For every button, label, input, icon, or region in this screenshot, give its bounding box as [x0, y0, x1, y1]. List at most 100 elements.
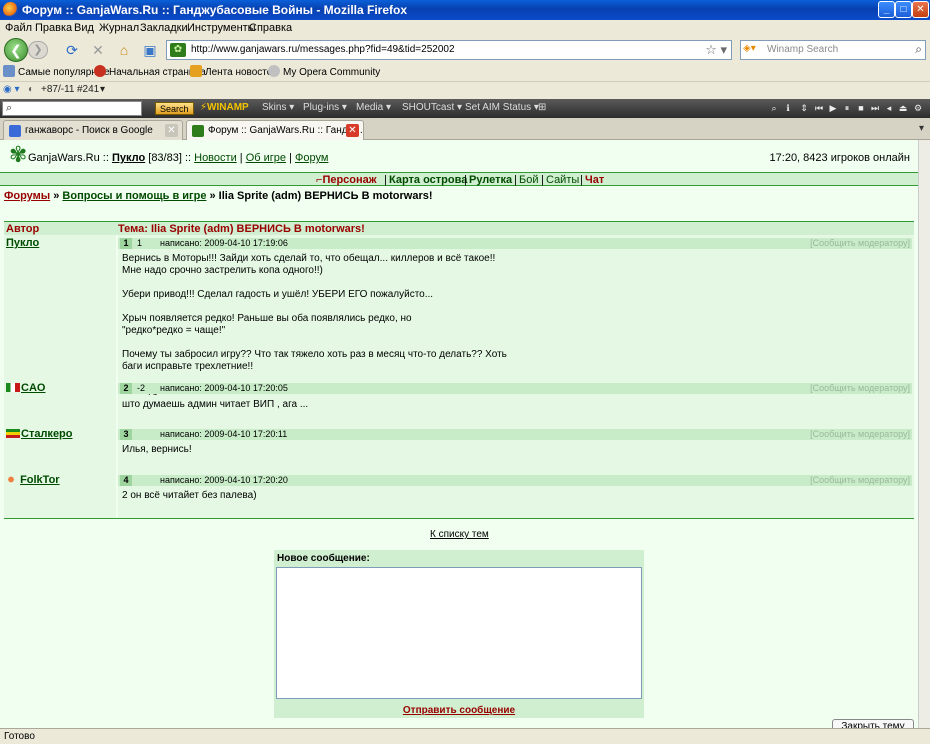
winamp-volume-icon[interactable]: ◂ [883, 101, 895, 115]
breadcrumb-forums[interactable]: Форумы [4, 190, 50, 202]
send-message-button[interactable]: Отправить сообщение [274, 705, 644, 716]
search-box[interactable]: ◈▾ Winamp Search ⌕ [740, 40, 926, 60]
tab-label: ганжаворс - Поиск в Google [25, 125, 153, 136]
menu-roulette[interactable]: Рулетка [469, 174, 512, 186]
post-text: 2 он всё читайет без палева) [122, 490, 257, 501]
navigation-toolbar: ❮ ❯ ⟳ ✕ ⌂ ▣ ✿ http://www.ganjawars.ru/me… [0, 37, 930, 63]
addon-counter: +87/-11 [41, 84, 75, 95]
menu-bookmarks[interactable]: Закладки [140, 22, 188, 34]
post-number[interactable]: 3 [120, 429, 132, 440]
post-author[interactable]: Пукло [6, 237, 39, 249]
tab-forum[interactable]: Форум :: GanjaWars.Ru :: Гандж... ✕ [186, 120, 364, 141]
menu-chat[interactable]: Чат [585, 174, 604, 186]
menu-island-map[interactable]: Карта острова [389, 174, 467, 186]
menu-view[interactable]: Вид [74, 22, 94, 34]
menu-sites[interactable]: Сайты [546, 174, 579, 186]
post-number[interactable]: 2 [120, 383, 132, 394]
firefox-icon [3, 2, 18, 17]
post-author[interactable]: CAO [6, 382, 45, 394]
winamp-stop-icon[interactable]: ■ [855, 101, 867, 115]
page-content: ✾ GanjaWars.Ru :: Пукло [83/83] :: Новос… [0, 140, 930, 728]
tab-bar: ганжаворс - Поиск в Google ✕ Форум :: Ga… [0, 118, 930, 141]
post-number[interactable]: 4 [120, 475, 132, 486]
winamp-updown-icon[interactable]: ⇕ [798, 101, 810, 115]
winamp-pause-icon[interactable]: ⏸ [841, 101, 853, 115]
addon-globe-icon[interactable]: ◉ ▾ [3, 84, 20, 95]
winamp-media[interactable]: Media ▾ [356, 102, 391, 113]
site-favicon-icon: ✿ [170, 43, 186, 57]
report-moderator-link[interactable]: [Сообщить модератору] [810, 238, 910, 249]
home-icon[interactable]: ⌂ [116, 42, 132, 58]
winamp-search-input[interactable]: ⌕ [2, 101, 142, 116]
search-icon[interactable]: ⌕ [915, 42, 922, 57]
report-moderator-link[interactable]: [Сообщить модератору] [810, 475, 910, 486]
winamp-aim-status[interactable]: Set AIM Status ▾ [465, 102, 539, 113]
reload-icon[interactable]: ⟳ [64, 42, 80, 58]
url-text[interactable]: http://www.ganjawars.ru/messages.php?fid… [191, 44, 455, 55]
search-placeholder[interactable]: Winamp Search [767, 44, 838, 55]
vertical-scrollbar[interactable] [918, 140, 930, 728]
bookmark-start[interactable]: Начальная страница [94, 65, 206, 78]
about-game-link[interactable]: Об игре [246, 152, 286, 164]
player-nick-link[interactable]: Пукло [112, 152, 145, 164]
menu-tools[interactable]: Инструменты [187, 22, 256, 34]
post-header: 2 -2 написано: 2009-04-10 17:20:05 [Сооб… [118, 383, 912, 394]
menu-edit[interactable]: Правка [35, 22, 72, 34]
winamp-settings-icon[interactable]: ⚙ [912, 101, 924, 115]
addon-dropdown-icon[interactable]: ▾ [100, 84, 105, 95]
minimize-button[interactable]: _ [878, 1, 895, 18]
search-engine-icon[interactable]: ◈▾ [743, 43, 765, 57]
winamp-prev-icon[interactable]: ⏮ [813, 101, 825, 115]
winamp-info-icon[interactable]: ℹ [782, 101, 794, 115]
thread-bottom-divider [4, 518, 914, 519]
menu-file[interactable]: Файл [5, 22, 32, 34]
close-topic-button[interactable]: Закрыть тему [832, 719, 914, 728]
menu-battle[interactable]: Бой [519, 174, 538, 186]
winamp-next-icon[interactable]: ⏭ [869, 101, 881, 115]
close-tab-icon[interactable]: ✕ [346, 124, 359, 137]
stop-icon[interactable]: ✕ [90, 42, 106, 58]
report-moderator-link[interactable]: [Сообщить модератору] [810, 383, 910, 394]
message-textarea[interactable] [276, 567, 642, 699]
winamp-plugins[interactable]: Plug-ins ▾ [303, 102, 347, 113]
post-author[interactable]: Сталкеро [6, 428, 73, 440]
winamp-shoutcast[interactable]: SHOUTcast ▾ [402, 102, 462, 113]
post-votes: 1 [137, 238, 143, 248]
post-author[interactable]: FolkTor [6, 474, 60, 486]
close-tab-icon[interactable]: ✕ [165, 124, 178, 137]
winamp-eject-icon[interactable]: ⏏ [897, 101, 909, 115]
menu-history[interactable]: Журнал [99, 22, 139, 34]
post-text: Вернись в Моторы!!! Зайди хоть сделай то… [122, 253, 507, 396]
winamp-logo[interactable]: ⚡WINAMP [200, 102, 249, 113]
menu-character[interactable]: ⌐Персонаж [316, 174, 377, 186]
addon-icon[interactable]: ▣ [142, 42, 158, 58]
back-to-topics-link[interactable]: К списку тем [430, 529, 489, 540]
close-window-button[interactable]: ✕ [912, 1, 929, 18]
winamp-search-button[interactable]: Search [155, 102, 194, 115]
bookmark-opera[interactable]: My Opera Community [268, 65, 380, 78]
tab-list-icon[interactable]: ▾ [919, 123, 924, 134]
google-favicon-icon [9, 125, 21, 137]
breadcrumb-section[interactable]: Вопросы и помощь в игре [62, 190, 206, 202]
winamp-search-icon[interactable]: ⌕ [768, 101, 780, 115]
report-moderator-link[interactable]: [Сообщить модератору] [810, 429, 910, 440]
bookmark-star-icon[interactable]: ☆ ▾ [705, 42, 727, 58]
post-number[interactable]: 1 [120, 238, 132, 249]
bookmark-news[interactable]: Лента новостей [190, 65, 278, 78]
maximize-button[interactable]: □ [895, 1, 912, 18]
status-bar: Готово [0, 728, 930, 744]
menu-help[interactable]: Справка [249, 22, 292, 34]
tab-google-search[interactable]: ганжаворс - Поиск в Google ✕ [3, 120, 183, 140]
forward-button[interactable]: ❯ [28, 41, 48, 59]
url-bar[interactable]: ✿ http://www.ganjawars.ru/messages.php?f… [166, 40, 732, 60]
forum-link[interactable]: Форум [295, 152, 328, 164]
post-header: 1 1 написано: 2009-04-10 17:19:06 [Сообщ… [118, 238, 912, 249]
winamp-skins[interactable]: Skins ▾ [262, 102, 294, 113]
search-icon: ⌕ [6, 102, 13, 114]
news-link[interactable]: Новости [194, 152, 237, 164]
new-message-title: Новое сообщение: [277, 553, 370, 564]
back-button[interactable]: ❮ [4, 38, 28, 62]
winamp-play-icon[interactable]: ▶ [827, 101, 839, 115]
winamp-add-icon[interactable]: ⊞ [538, 102, 546, 113]
breadcrumb-topic: Ilia Sprite (adm) ВЕРНИСЬ В motorwars! [218, 190, 433, 202]
